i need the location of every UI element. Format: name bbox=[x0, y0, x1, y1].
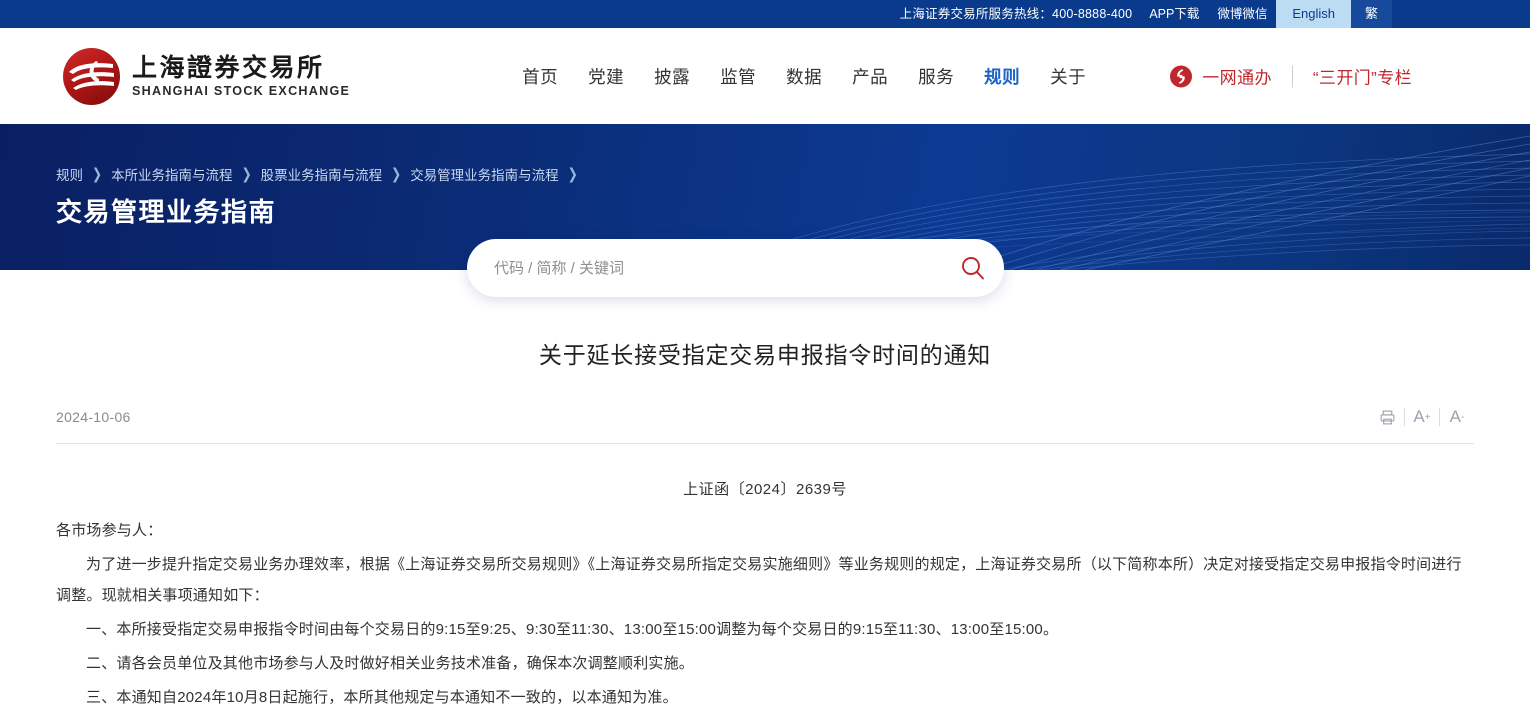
breadcrumb-separator-icon: ❯ bbox=[92, 165, 102, 183]
breadcrumb-separator-icon: ❯ bbox=[391, 165, 401, 183]
breadcrumb: 规则 ❯ 本所业务指南与流程 ❯ 股票业务指南与流程 ❯ 交易管理业务指南与流程… bbox=[56, 164, 587, 184]
document-number: 上证函〔2024〕2639号 bbox=[0, 478, 1530, 499]
font-increase-sup: + bbox=[1425, 412, 1431, 423]
article-title: 关于延长接受指定交易申报指令时间的通知 bbox=[0, 336, 1530, 370]
nav-item-data[interactable]: 数据 bbox=[786, 64, 822, 89]
site-logo[interactable]: 上海證券交易所 SHANGHAI STOCK EXCHANGE bbox=[62, 47, 350, 106]
header-divider bbox=[1292, 65, 1293, 87]
salutation: 各市场参与人： bbox=[56, 515, 1474, 546]
clause-item-1: 一、本所接受指定交易申报指令时间由每个交易日的9:15至9:25、9:30至11… bbox=[56, 614, 1474, 645]
search-button[interactable] bbox=[942, 239, 1004, 297]
nav-item-home[interactable]: 首页 bbox=[522, 64, 558, 89]
language-traditional-button[interactable]: 繁 bbox=[1351, 0, 1392, 28]
language-english-button[interactable]: English bbox=[1276, 0, 1351, 28]
top-utility-inner: 上海证券交易所服务热线：400-8888-400 APP下载 微博微信 Engl… bbox=[892, 0, 1392, 28]
nav-item-party[interactable]: 党建 bbox=[588, 64, 624, 89]
article-container: 关于延长接受指定交易申报指令时间的通知 2024-10-06 A+ A- 上证函… bbox=[0, 270, 1530, 712]
gov-service-label: 一网通办 bbox=[1202, 64, 1272, 89]
page-title: 交易管理业务指南 bbox=[56, 192, 276, 229]
breadcrumb-item-rules[interactable]: 规则 bbox=[56, 164, 83, 184]
nav-item-rules[interactable]: 规则 bbox=[984, 64, 1020, 89]
logo-english-name: SHANGHAI STOCK EXCHANGE bbox=[132, 84, 350, 98]
main-navigation: 首页 党建 披露 监管 数据 产品 服务 规则 关于 bbox=[522, 64, 1086, 89]
breadcrumb-separator-icon: ❯ bbox=[568, 165, 578, 183]
font-increase-button[interactable]: A+ bbox=[1405, 404, 1439, 430]
nav-item-services[interactable]: 服务 bbox=[918, 64, 954, 89]
clause-item-2: 二、请各会员单位及其他市场参与人及时做好相关业务技术准备，确保本次调整顺利实施。 bbox=[56, 648, 1474, 679]
topbar-filler bbox=[1392, 0, 1530, 28]
special-column-link[interactable]: “三开门”专栏 bbox=[1313, 64, 1412, 89]
search-input[interactable] bbox=[467, 260, 942, 277]
font-decrease-button[interactable]: A- bbox=[1440, 404, 1474, 430]
publish-date: 2024-10-06 bbox=[56, 409, 131, 425]
logo-chinese-name: 上海證券交易所 bbox=[132, 54, 350, 82]
gov-service-icon bbox=[1169, 64, 1193, 88]
nav-item-supervision[interactable]: 监管 bbox=[720, 64, 756, 89]
breadcrumb-item-trading-management[interactable]: 交易管理业务指南与流程 bbox=[410, 164, 559, 184]
search-box bbox=[467, 239, 1004, 297]
breadcrumb-item-stock-guides[interactable]: 股票业务指南与流程 bbox=[261, 164, 383, 184]
gov-service-link[interactable]: 一网通办 bbox=[1169, 64, 1272, 89]
intro-paragraph: 为了进一步提升指定交易业务办理效率，根据《上海证券交易所交易规则》《上海证券交易… bbox=[56, 549, 1474, 611]
sse-emblem-icon bbox=[62, 47, 121, 106]
print-button[interactable] bbox=[1370, 404, 1404, 430]
article-meta-row: 2024-10-06 A+ A- bbox=[56, 404, 1474, 444]
clause-item-3: 三、本通知自2024年10月8日起施行，本所其他规定与本通知不一致的，以本通知为… bbox=[56, 682, 1474, 712]
font-decrease-label: A bbox=[1450, 407, 1461, 427]
social-media-link[interactable]: 微博微信 bbox=[1208, 0, 1276, 28]
top-utility-bar: 上海证券交易所服务热线：400-8888-400 APP下载 微博微信 Engl… bbox=[0, 0, 1530, 28]
font-increase-label: A bbox=[1413, 407, 1424, 427]
header-right-links: 一网通办 “三开门”专栏 bbox=[1169, 64, 1412, 89]
nav-item-about[interactable]: 关于 bbox=[1050, 64, 1086, 89]
search-icon bbox=[960, 255, 986, 281]
nav-item-products[interactable]: 产品 bbox=[852, 64, 888, 89]
article-tools: A+ A- bbox=[1370, 404, 1474, 430]
app-download-link[interactable]: APP下载 bbox=[1140, 0, 1208, 28]
printer-icon bbox=[1379, 409, 1396, 426]
logo-text-block: 上海證券交易所 SHANGHAI STOCK EXCHANGE bbox=[132, 54, 350, 98]
service-hotline: 上海证券交易所服务热线：400-8888-400 bbox=[892, 0, 1141, 28]
nav-item-disclosure[interactable]: 披露 bbox=[654, 64, 690, 89]
site-header: 上海證券交易所 SHANGHAI STOCK EXCHANGE 首页 党建 披露… bbox=[0, 28, 1530, 124]
article-body: 各市场参与人： 为了进一步提升指定交易业务办理效率，根据《上海证券交易所交易规则… bbox=[56, 515, 1474, 712]
breadcrumb-item-business-guides[interactable]: 本所业务指南与流程 bbox=[111, 164, 233, 184]
font-decrease-sup: - bbox=[1461, 412, 1464, 423]
breadcrumb-separator-icon: ❯ bbox=[242, 165, 252, 183]
